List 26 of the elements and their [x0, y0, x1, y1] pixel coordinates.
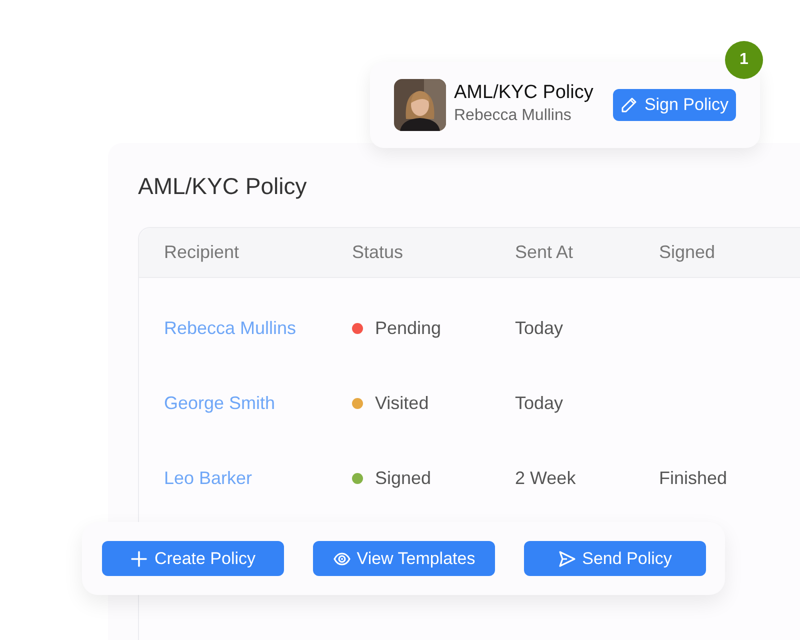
column-header: Signed: [659, 242, 716, 262]
recipient-link[interactable]: George Smith: [164, 392, 276, 413]
plus-icon: [130, 550, 148, 568]
status-text: Visited: [375, 392, 429, 415]
column-header: Status: [352, 242, 404, 262]
table-cell: Today: [515, 392, 564, 413]
table-cell: Finished: [659, 468, 728, 488]
card-subtitle: Rebecca Mullins: [454, 106, 572, 126]
action-button[interactable]: Send Policy: [524, 541, 706, 576]
pencil-icon: [620, 96, 638, 114]
send-icon: [558, 550, 576, 568]
column-header: Recipient: [164, 242, 240, 262]
eye-icon: [332, 550, 351, 568]
card-title: AML/KYC Policy: [454, 82, 594, 104]
status-text: Signed: [375, 466, 432, 490]
column-header: Sent At: [515, 242, 574, 262]
action-button[interactable]: View Templates: [313, 541, 495, 576]
table-cell: Today: [515, 318, 564, 338]
status-text: Pending: [375, 316, 442, 340]
panel-title: AML/KYC Policy: [138, 173, 308, 201]
sign-policy-button[interactable]: Sign Policy: [613, 89, 736, 121]
recipient-link[interactable]: Leo Barker: [164, 468, 252, 488]
recipient-link[interactable]: Rebecca Mullins: [164, 318, 296, 338]
table-cell: 2 Week: [515, 468, 576, 488]
action-button[interactable]: Create Policy: [102, 541, 284, 576]
count-badge: 1: [725, 41, 763, 79]
